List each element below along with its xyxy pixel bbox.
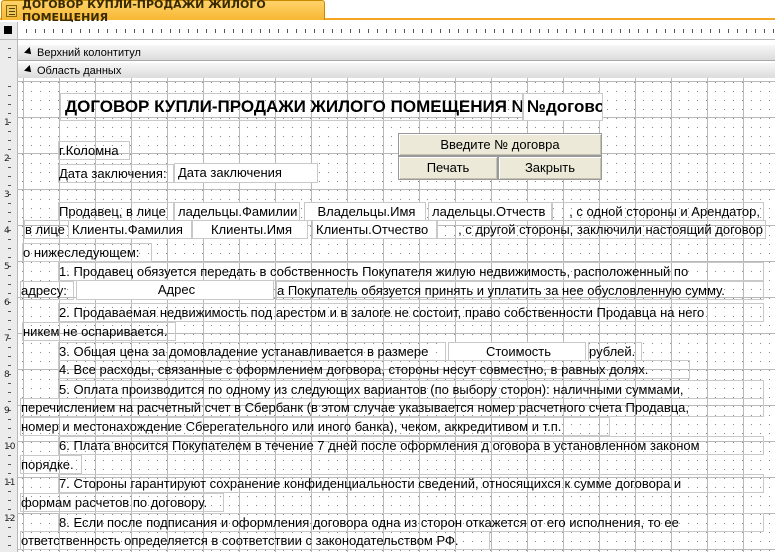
ruler-corner-select-button[interactable] [0,22,18,40]
clause-4[interactable]: 4. Все расходы, связанные с оформлением … [58,360,690,379]
ruler-number: 8 [4,370,10,380]
date-label[interactable]: Дата заключения: [58,164,174,183]
ruler-number: 7 [4,334,10,344]
ruler-number: 2 [4,154,10,164]
contract-title-label[interactable]: ДОГОВОР КУПЛИ-ПРОДАЖИ ЖИЛОГО ПОМЕЩЕНИЯ № [60,93,523,121]
close-button[interactable]: Закрыть [498,156,602,180]
enter-contract-number-button[interactable]: Введите № договра [398,133,602,156]
contract-number-field[interactable]: №догово [523,93,603,121]
clause-1-line-2[interactable]: а Покупатель обязуется принять и уплатит… [276,281,764,300]
clause-5-line-3[interactable]: номер и местонахождение Сберегательного … [20,417,610,436]
clause-3-suffix[interactable]: рублей. [588,342,642,361]
address-field[interactable]: Адрес [76,280,274,300]
ruler-number: 9 [4,406,10,416]
section-label: Область данных [37,64,122,77]
document-tab-title: ДОГОВОР КУПЛИ-ПРОДАЖИ ЖИЛОГО ПОМЕЩЕНИЯ [22,0,266,24]
price-field[interactable]: Стоимость [448,342,586,361]
clause-8-line-2[interactable]: ответственность определяется в соответст… [20,531,490,550]
ruler-number: 12 [4,514,16,524]
vertical-ruler[interactable]: 1 2 3 4 5 6 7 8 9 10 11 12 [0,40,18,552]
ruler-number: 1 [4,118,10,128]
clause-8-line-1[interactable]: 8. Если после подписания и оформления до… [58,513,764,532]
seller-prefix-label[interactable]: Продавец, в лице [58,202,174,221]
section-arrow-icon [24,66,33,75]
line1-suffix-label[interactable]: , с одной стороны и Арендатор, [552,202,764,221]
address-prefix-label[interactable]: адресу: [20,281,74,300]
owner-last-name-field[interactable]: ладельцы.Фамилии [174,202,300,221]
section-label: Верхний колонтитул [37,46,141,59]
ruler-number: 5 [4,262,10,272]
date-field[interactable]: Дата заключения [174,163,318,183]
detail-section-bar[interactable]: Область данных [18,62,775,79]
ruler-number: 3 [4,190,10,200]
document-tab[interactable]: ДОГОВОР КУПЛИ-ПРОДАЖИ ЖИЛОГО ПОМЕЩЕНИЯ [1,0,325,24]
clause-7-line-1[interactable]: 7. Стороны гарантируют сохранение конфид… [58,474,764,493]
ruler-number: 11 [4,478,16,488]
print-button[interactable]: Печать [398,156,498,180]
city-label[interactable]: г.Коломна [58,141,130,160]
ruler-number: 6 [4,298,10,308]
clause-7-line-2[interactable]: формам расчетов по договору. [20,493,224,512]
clause-6-line-1[interactable]: 6. Плата вносится Покупателем в течение … [58,436,764,455]
section-arrow-icon [24,48,33,57]
clause-2-line-1[interactable]: 2. Продаваемая недвижимость под арестом … [58,303,764,322]
report-icon [6,4,18,17]
clause-2-line-2[interactable]: никем не оспаривается. [22,322,176,341]
clause-6-line-2[interactable]: порядке. [20,455,82,474]
clause-5-line-1[interactable]: 5. Оплата производится по одному из след… [58,380,764,399]
line3-label[interactable]: о нижеследующем: [22,243,152,262]
clause-5-line-2[interactable]: перечислением на расчетный счет в Сберба… [20,398,764,417]
clause-3-prefix[interactable]: 3. Общая цена за домовладение устанавлив… [58,342,446,361]
page-header-section-bar[interactable]: Верхний колонтитул [18,44,775,61]
client-last-name-field[interactable]: Клиенты.Фамилия [68,220,192,239]
line2-suffix-label[interactable]: , с другой стороны, заключили настоящий … [436,220,766,239]
clause-1-line-1[interactable]: 1. Продавец обязуется передать в собстве… [58,262,764,281]
client-prefix-label[interactable]: в лице [24,220,70,239]
horizontal-ruler[interactable] [18,22,775,40]
document-tab-bar: ДОГОВОР КУПЛИ-ПРОДАЖИ ЖИЛОГО ПОМЕЩЕНИЯ [0,0,775,24]
owner-first-name-field[interactable]: Владельцы.Имя [304,202,426,221]
client-middle-name-field[interactable]: Клиенты.Отчество [312,220,438,239]
owner-middle-name-field[interactable]: ладельцы.Отчеств [428,202,552,221]
ruler-number: 10 [4,442,16,452]
client-first-name-field[interactable]: Клиенты.Имя [192,220,308,239]
ruler-number: 4 [4,226,10,236]
